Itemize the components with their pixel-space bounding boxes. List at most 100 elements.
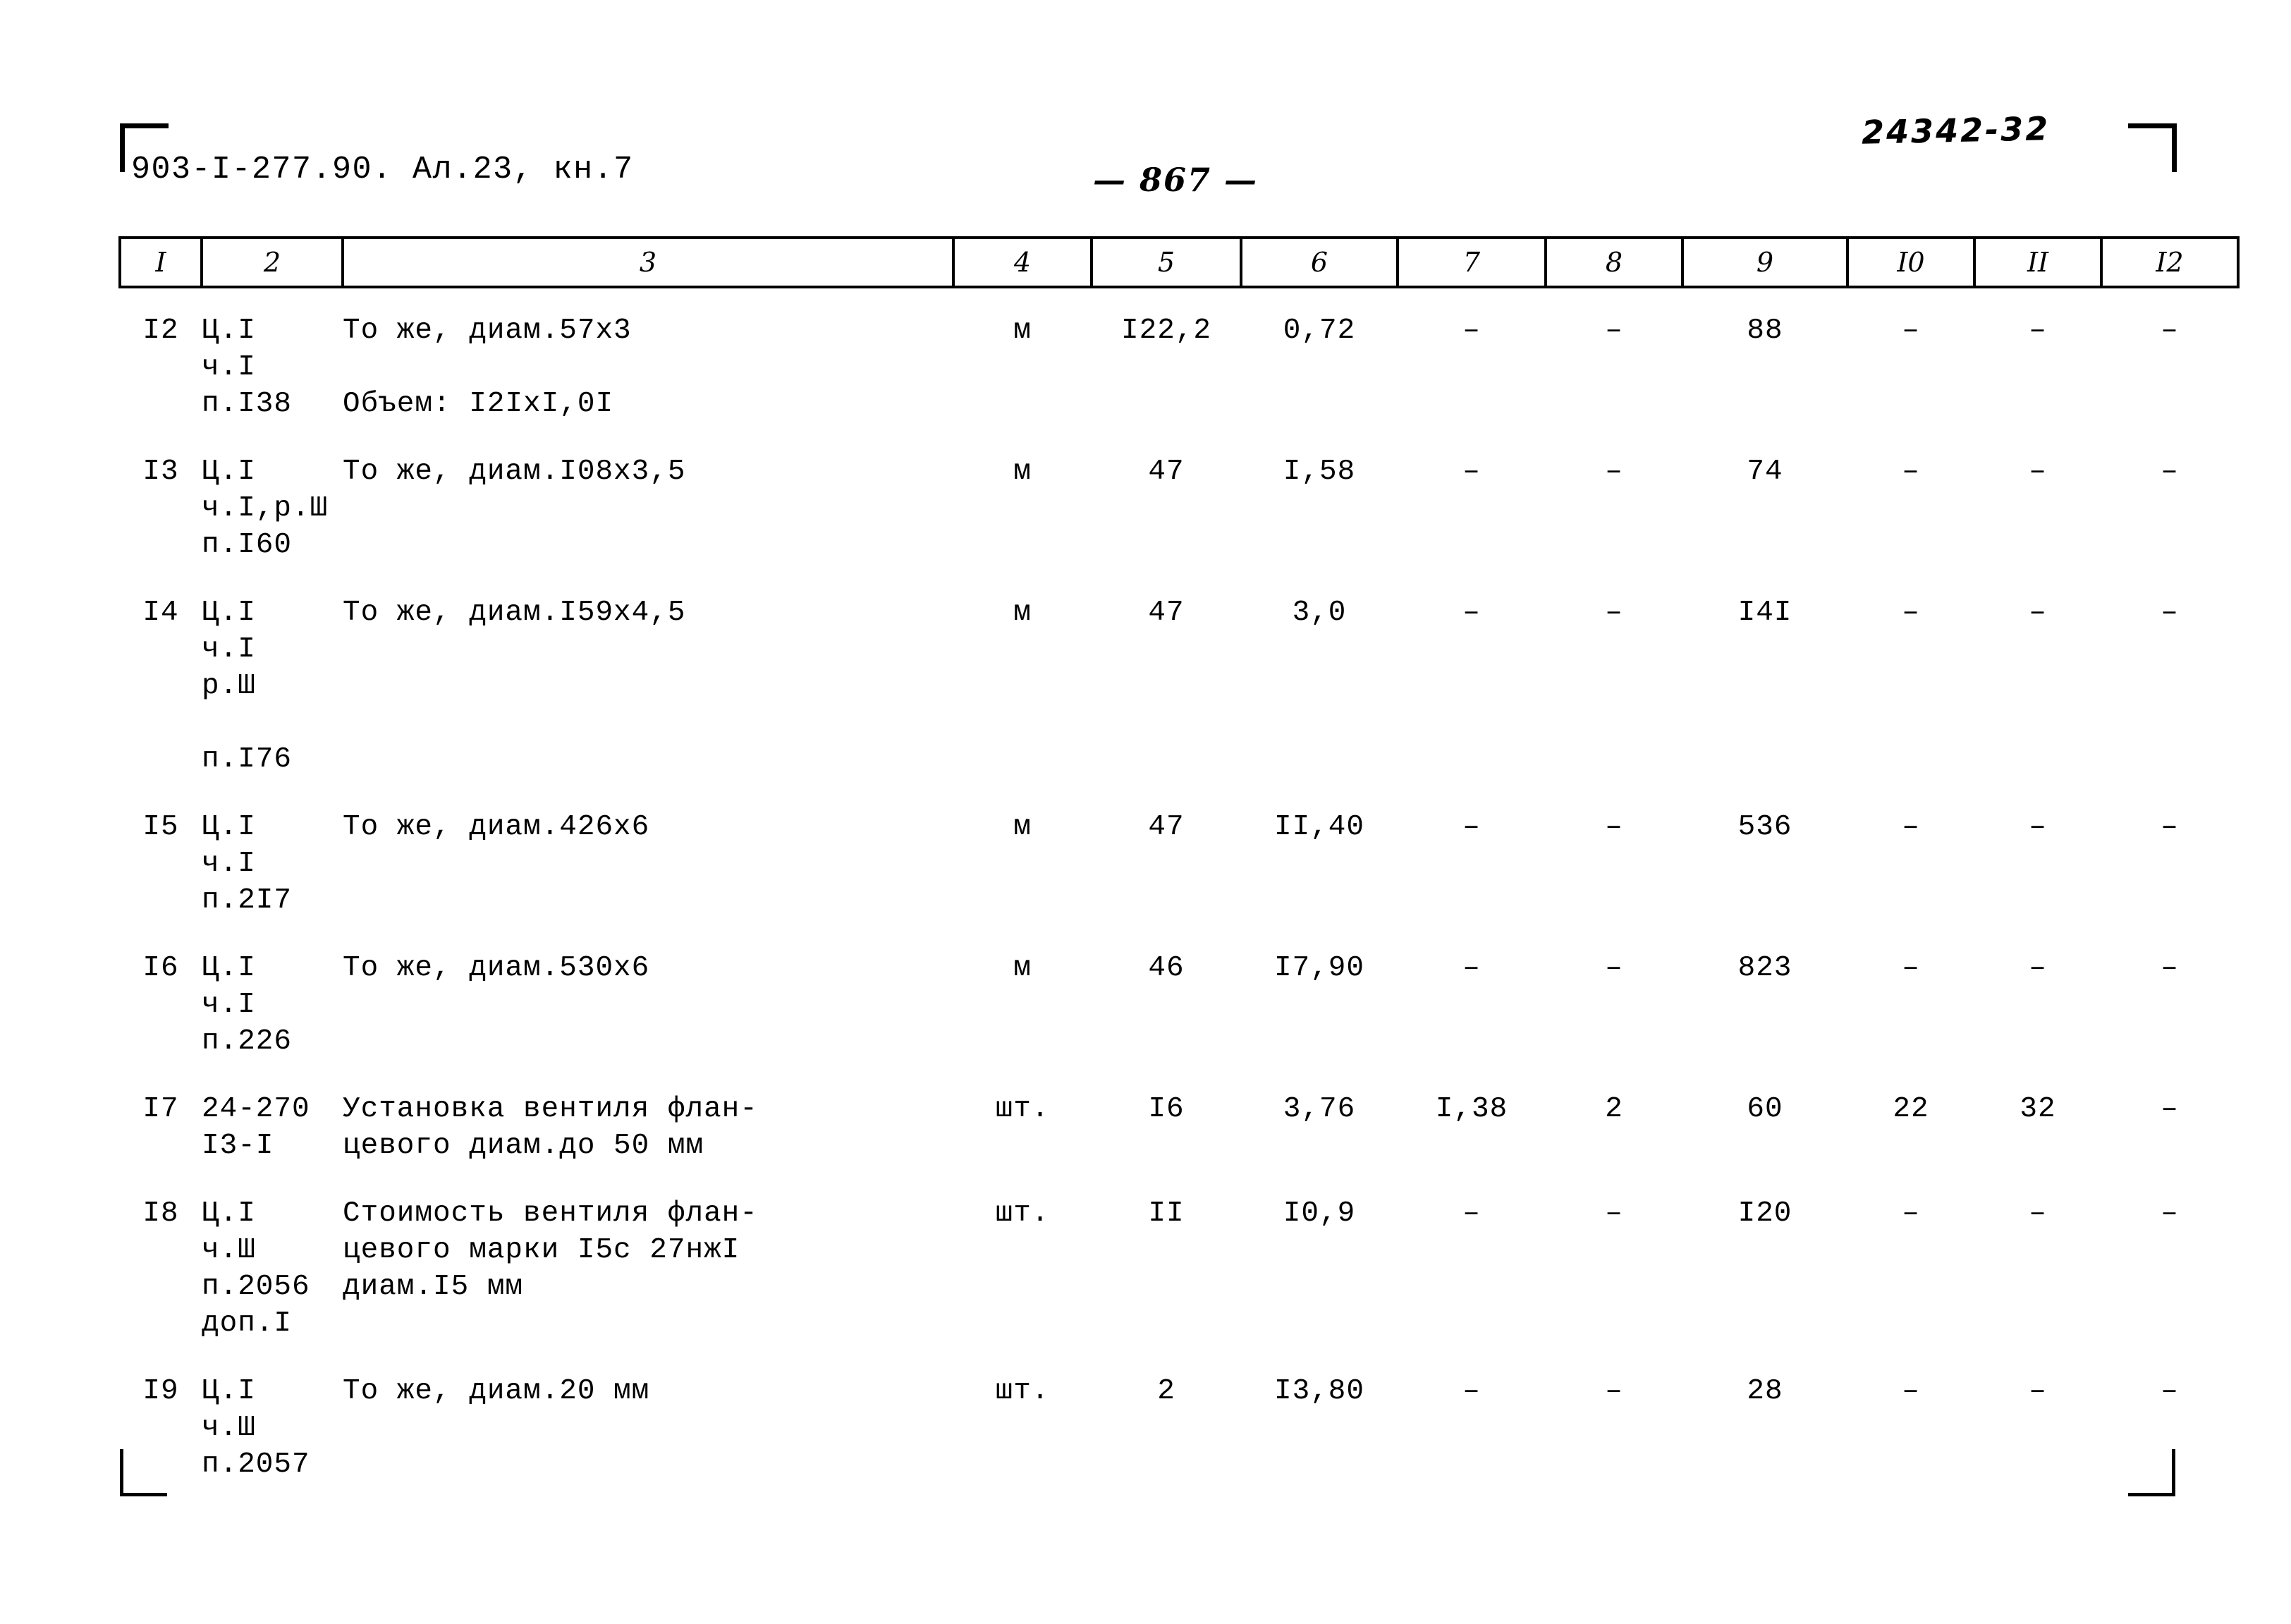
total-wages-cell: –	[1902, 1375, 1920, 1408]
row-number-cell: I8	[142, 1197, 179, 1230]
unit-cell: шт.	[995, 1197, 1050, 1230]
norm-code-cell: 24-270 I3-I	[202, 1093, 310, 1162]
row-number-cell: I2	[142, 315, 179, 347]
row-number-cell: I5	[142, 811, 179, 843]
quantity-cell: 47	[1148, 456, 1185, 488]
unit-cost-cell: I0,9	[1283, 1197, 1356, 1230]
description-cell: То же, диам.I08х3,5	[343, 456, 686, 488]
column-header-5: 5	[1090, 236, 1242, 288]
total-wages-cell: –	[1902, 597, 1920, 629]
wages-cell: –	[1462, 952, 1481, 984]
total-machines-cell: –	[2029, 952, 2047, 984]
labour-cell: –	[2161, 811, 2179, 843]
total-cost-cell: I4I	[1737, 597, 1792, 629]
table-row: I3 Ц.I ч.I,р.Ш п.I60 То же, диам.I08х3,5 м 4…	[120, 429, 2238, 570]
column-header-12: I2	[2100, 236, 2240, 288]
wages-cell: –	[1462, 597, 1481, 629]
labour-cell: –	[2161, 952, 2179, 984]
total-wages-cell: –	[1902, 811, 1920, 843]
total-machines-cell: 32	[2020, 1093, 2056, 1125]
description-cell: То же, диам.20 мм	[343, 1375, 650, 1408]
page-number: — 867 —	[1093, 161, 1259, 199]
unit-cell: шт.	[995, 1093, 1050, 1125]
norm-code-cell: Ц.I ч.I р.Ш п.I76	[202, 597, 293, 776]
unit-cell: м	[1013, 456, 1032, 488]
column-number-row: I 2 3 4 5 6 7 8 9 I0 II I2	[118, 236, 2240, 288]
machine-cost-cell: –	[1605, 597, 1623, 629]
total-cost-cell: 823	[1737, 952, 1792, 984]
description-cell: То же, диам.57х3 Объем: I2IхI,0I	[343, 315, 632, 420]
labour-cell: –	[2161, 1093, 2179, 1125]
unit-cost-cell: 0,72	[1283, 315, 1356, 347]
total-cost-cell: I20	[1737, 1197, 1792, 1230]
total-cost-cell: 88	[1747, 315, 1783, 347]
archive-number-handwritten: 24342-32	[1861, 109, 2051, 152]
total-machines-cell: –	[2029, 456, 2047, 488]
column-header-10: I0	[1846, 236, 1976, 288]
column-header-2: 2	[200, 236, 344, 288]
document-code: 903-I-277.90. Ал.23, кн.7	[131, 152, 634, 188]
unit-cost-cell: 3,0	[1292, 597, 1347, 629]
total-wages-cell: –	[1902, 952, 1920, 984]
unit-cost-cell: II,40	[1273, 811, 1365, 843]
total-wages-cell: –	[1902, 315, 1920, 347]
total-machines-cell: –	[2029, 597, 2047, 629]
quantity-cell: 47	[1148, 811, 1185, 843]
unit-cost-cell: I7,90	[1273, 952, 1365, 984]
column-header-8: 8	[1544, 236, 1684, 288]
machine-cost-cell: –	[1605, 811, 1623, 843]
norm-code-cell: Ц.I ч.Ш п.2057	[202, 1375, 310, 1481]
table-body: I2 Ц.I ч.I п.I38 То же, диам.57х3 Объем: I…	[120, 287, 2238, 1490]
table-header: I 2 3 4 5 6 7 8 9 I0 II I2	[118, 236, 2240, 288]
row-number-cell: I4	[142, 597, 179, 629]
unit-cell: м	[1013, 597, 1032, 629]
table-row: I4 Ц.I ч.I р.Ш п.I76 То же, диам.I59х4,5 м 4…	[120, 570, 2238, 785]
description-cell: Стоимость вентиля флан- цевого марки I5с…	[343, 1197, 758, 1303]
row-number-cell: I3	[142, 456, 179, 488]
row-number-cell: I6	[142, 952, 179, 984]
table-row: I7 24-270 I3-I Установка вентиля флан- цев…	[120, 1067, 2238, 1171]
labour-cell: –	[2161, 1197, 2179, 1230]
column-header-6: 6	[1240, 236, 1399, 288]
unit-cell: м	[1013, 315, 1032, 347]
total-wages-cell: 22	[1893, 1093, 1929, 1125]
unit-cell: м	[1013, 811, 1032, 843]
description-cell: То же, диам.426х6	[343, 811, 650, 843]
quantity-cell: 47	[1148, 597, 1185, 629]
total-cost-cell: 536	[1737, 811, 1792, 843]
description-cell: То же, диам.530х6	[343, 952, 650, 984]
column-header-9: 9	[1681, 236, 1849, 288]
labour-cell: –	[2161, 456, 2179, 488]
total-wages-cell: –	[1902, 1197, 1920, 1230]
machine-cost-cell: –	[1605, 456, 1623, 488]
labour-cell: –	[2161, 1375, 2179, 1408]
machine-cost-cell: –	[1605, 1375, 1623, 1408]
machine-cost-cell: –	[1605, 952, 1623, 984]
table-row: I2 Ц.I ч.I п.I38 То же, диам.57х3 Объем: I…	[120, 287, 2238, 429]
estimate-table: I 2 3 4 5 6 7 8 9 I0 II I2 I2 Ц.I ч.I п.I…	[118, 236, 2240, 1490]
unit-cost-cell: 3,76	[1283, 1093, 1356, 1125]
quantity-cell: 46	[1148, 952, 1185, 984]
labour-cell: –	[2161, 315, 2179, 347]
norm-code-cell: Ц.I ч.I п.I38	[202, 315, 293, 420]
column-header-11: II	[1973, 236, 2103, 288]
machine-cost-cell: 2	[1605, 1093, 1623, 1125]
unit-cell: м	[1013, 952, 1032, 984]
unit-cost-cell: I,58	[1283, 456, 1356, 488]
unit-cell: шт.	[995, 1375, 1050, 1408]
wages-cell: –	[1462, 1197, 1481, 1230]
table-row: I8 Ц.I ч.Ш п.2056 доп.I Стоимость вентиля …	[120, 1171, 2238, 1349]
wages-cell: –	[1462, 811, 1481, 843]
wages-cell: –	[1462, 315, 1481, 347]
labour-cell: –	[2161, 597, 2179, 629]
column-header-7: 7	[1396, 236, 1547, 288]
total-machines-cell: –	[2029, 1197, 2047, 1230]
row-number-cell: I7	[142, 1093, 179, 1125]
total-machines-cell: –	[2029, 811, 2047, 843]
row-number-cell: I9	[142, 1375, 179, 1408]
total-cost-cell: 60	[1747, 1093, 1783, 1125]
norm-code-cell: Ц.I ч.Ш п.2056 доп.I	[202, 1197, 310, 1340]
quantity-cell: II	[1148, 1197, 1185, 1230]
column-header-1: I	[118, 236, 203, 288]
total-cost-cell: 28	[1747, 1375, 1783, 1408]
